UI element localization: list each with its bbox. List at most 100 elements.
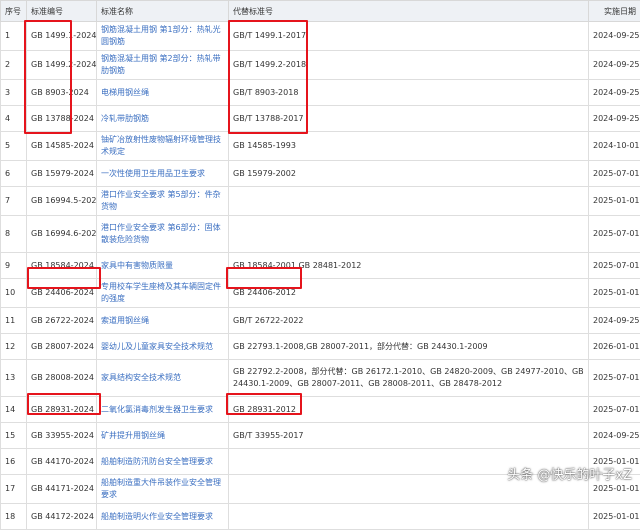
- standard-code: GB 16994.5-2024: [27, 187, 97, 216]
- table-row: 13GB 28008-2024家具结构安全技术规范GB 22792.2-2008…: [1, 360, 640, 397]
- table-row: 14GB 28931-2024二氧化氯消毒剂发生器卫生要求GB 28931-20…: [1, 397, 640, 423]
- row-seq: 16: [1, 449, 27, 475]
- replaced-standard: GB/T 1499.1-2017: [229, 22, 589, 51]
- replaced-standard: GB/T 33955-2017: [229, 423, 589, 449]
- table-row: 10GB 24406-2024专用校车学生座椅及其车辆固定件的强度GB 2440…: [1, 279, 640, 308]
- table-row: 8GB 16994.6-2024港口作业安全要求 第6部分：固体散装危险货物 20…: [1, 216, 640, 253]
- standard-code: GB 14585-2024: [27, 132, 97, 161]
- header-name: 标准名称: [97, 1, 229, 22]
- standard-name-link[interactable]: 电梯用钢丝绳: [97, 80, 229, 106]
- row-seq: 13: [1, 360, 27, 397]
- standard-code: GB 15979-2024: [27, 161, 97, 187]
- replaced-standard: GB 14585-1993: [229, 132, 589, 161]
- replaced-standard: GB 24406-2012: [229, 279, 589, 308]
- implementation-date: 2025-01-01: [589, 187, 640, 216]
- standard-name-link[interactable]: 船舶制造重大件吊装作业安全管理要求: [97, 475, 229, 504]
- row-seq: 6: [1, 161, 27, 187]
- replaced-standard: GB 22792.2-2008，部分代替：GB 26172.1-2010、GB …: [229, 360, 589, 397]
- row-seq: 15: [1, 423, 27, 449]
- standard-name-link[interactable]: 家具中有害物质限量: [97, 253, 229, 279]
- standard-name-link[interactable]: 铀矿冶放射性废物辐射环境管理技术规定: [97, 132, 229, 161]
- row-seq: 8: [1, 216, 27, 253]
- standard-code: GB 16994.6-2024: [27, 216, 97, 253]
- table-row: 6GB 15979-2024一次性使用卫生用品卫生要求GB 15979-2002…: [1, 161, 640, 187]
- header-date: 实施日期: [589, 1, 640, 22]
- implementation-date: 2024-09-25: [589, 308, 640, 334]
- standard-name-link[interactable]: 船舶制造明火作业安全管理要求: [97, 504, 229, 530]
- table-row: 5GB 14585-2024铀矿冶放射性废物辐射环境管理技术规定GB 14585…: [1, 132, 640, 161]
- implementation-date: 2024-09-25: [589, 423, 640, 449]
- header-seq: 序号: [1, 1, 27, 22]
- standard-code: GB 44170-2024: [27, 449, 97, 475]
- replaced-standard: GB 18584-2001,GB 28481-2012: [229, 253, 589, 279]
- implementation-date: 2025-07-01: [589, 397, 640, 423]
- table-row: 11GB 26722-2024索道用钢丝绳GB/T 26722-20222024…: [1, 308, 640, 334]
- standard-name-link[interactable]: 一次性使用卫生用品卫生要求: [97, 161, 229, 187]
- implementation-date: 2024-09-25: [589, 22, 640, 51]
- row-seq: 10: [1, 279, 27, 308]
- row-seq: 18: [1, 504, 27, 530]
- replaced-standard: [229, 216, 589, 253]
- table-row: 15GB 33955-2024矿井提升用钢丝绳GB/T 33955-201720…: [1, 423, 640, 449]
- implementation-date: 2025-07-01: [589, 161, 640, 187]
- standard-name-link[interactable]: 家具结构安全技术规范: [97, 360, 229, 397]
- standard-name-link[interactable]: 港口作业安全要求 第6部分：固体散装危险货物: [97, 216, 229, 253]
- replaced-standard: [229, 504, 589, 530]
- standard-code: GB 44171-2024: [27, 475, 97, 504]
- standard-code: GB 1499.2-2024: [27, 51, 97, 80]
- replaced-standard: GB 15979-2002: [229, 161, 589, 187]
- standards-table: 序号 标准编号 标准名称 代替标准号 实施日期 1GB 1499.1-2024钢…: [0, 0, 640, 530]
- standard-name-link[interactable]: 港口作业安全要求 第5部分：件杂货物: [97, 187, 229, 216]
- standard-code: GB 33955-2024: [27, 423, 97, 449]
- replaced-standard: GB 28931-2012: [229, 397, 589, 423]
- standard-code: GB 28007-2024: [27, 334, 97, 360]
- standard-name-link[interactable]: 冷轧带肋钢筋: [97, 106, 229, 132]
- standard-name-link[interactable]: 矿井提升用钢丝绳: [97, 423, 229, 449]
- row-seq: 12: [1, 334, 27, 360]
- row-seq: 1: [1, 22, 27, 51]
- standard-code: GB 26722-2024: [27, 308, 97, 334]
- standard-name-link[interactable]: 专用校车学生座椅及其车辆固定件的强度: [97, 279, 229, 308]
- table-row: 12GB 28007-2024婴幼儿及儿童家具安全技术规范GB 22793.1-…: [1, 334, 640, 360]
- replaced-standard: GB/T 8903-2018: [229, 80, 589, 106]
- header-replaces: 代替标准号: [229, 1, 589, 22]
- standard-code: GB 18584-2024: [27, 253, 97, 279]
- row-seq: 14: [1, 397, 27, 423]
- implementation-date: 2024-09-25: [589, 106, 640, 132]
- replaced-standard: GB 22793.1-2008,GB 28007-2011，部分代替：GB 24…: [229, 334, 589, 360]
- implementation-date: 2024-09-25: [589, 80, 640, 106]
- row-seq: 5: [1, 132, 27, 161]
- row-seq: 7: [1, 187, 27, 216]
- standard-name-link[interactable]: 钢筋混凝土用钢 第1部分：热轧光圆钢筋: [97, 22, 229, 51]
- implementation-date: 2025-01-01: [589, 279, 640, 308]
- table-row: 4GB 13788-2024冷轧带肋钢筋GB/T 13788-20172024-…: [1, 106, 640, 132]
- standard-code: GB 8903-2024: [27, 80, 97, 106]
- header-row: 序号 标准编号 标准名称 代替标准号 实施日期: [1, 1, 640, 22]
- standard-name-link[interactable]: 婴幼儿及儿童家具安全技术规范: [97, 334, 229, 360]
- implementation-date: 2025-01-01: [589, 504, 640, 530]
- table-row: 2GB 1499.2-2024钢筋混凝土用钢 第2部分：热轧带肋钢筋GB/T 1…: [1, 51, 640, 80]
- standard-name-link[interactable]: 钢筋混凝土用钢 第2部分：热轧带肋钢筋: [97, 51, 229, 80]
- table-row: 18GB 44172-2024船舶制造明火作业安全管理要求 2025-01-01: [1, 504, 640, 530]
- standard-name-link[interactable]: 索道用钢丝绳: [97, 308, 229, 334]
- standard-name-link[interactable]: 二氧化氯消毒剂发生器卫生要求: [97, 397, 229, 423]
- standard-code: GB 24406-2024: [27, 279, 97, 308]
- standard-code: GB 44172-2024: [27, 504, 97, 530]
- replaced-standard: GB/T 13788-2017: [229, 106, 589, 132]
- header-code: 标准编号: [27, 1, 97, 22]
- standard-code: GB 28931-2024: [27, 397, 97, 423]
- table-row: 7GB 16994.5-2024港口作业安全要求 第5部分：件杂货物 2025-0…: [1, 187, 640, 216]
- standard-code: GB 1499.1-2024: [27, 22, 97, 51]
- implementation-date: 2024-09-25: [589, 51, 640, 80]
- row-seq: 11: [1, 308, 27, 334]
- standard-code: GB 13788-2024: [27, 106, 97, 132]
- implementation-date: 2025-07-01: [589, 360, 640, 397]
- standard-name-link[interactable]: 船舶制造防汛防台安全管理要求: [97, 449, 229, 475]
- implementation-date: 2025-07-01: [589, 216, 640, 253]
- row-seq: 3: [1, 80, 27, 106]
- row-seq: 9: [1, 253, 27, 279]
- standard-code: GB 28008-2024: [27, 360, 97, 397]
- row-seq: 2: [1, 51, 27, 80]
- implementation-date: 2026-01-01: [589, 334, 640, 360]
- implementation-date: 2024-10-01: [589, 132, 640, 161]
